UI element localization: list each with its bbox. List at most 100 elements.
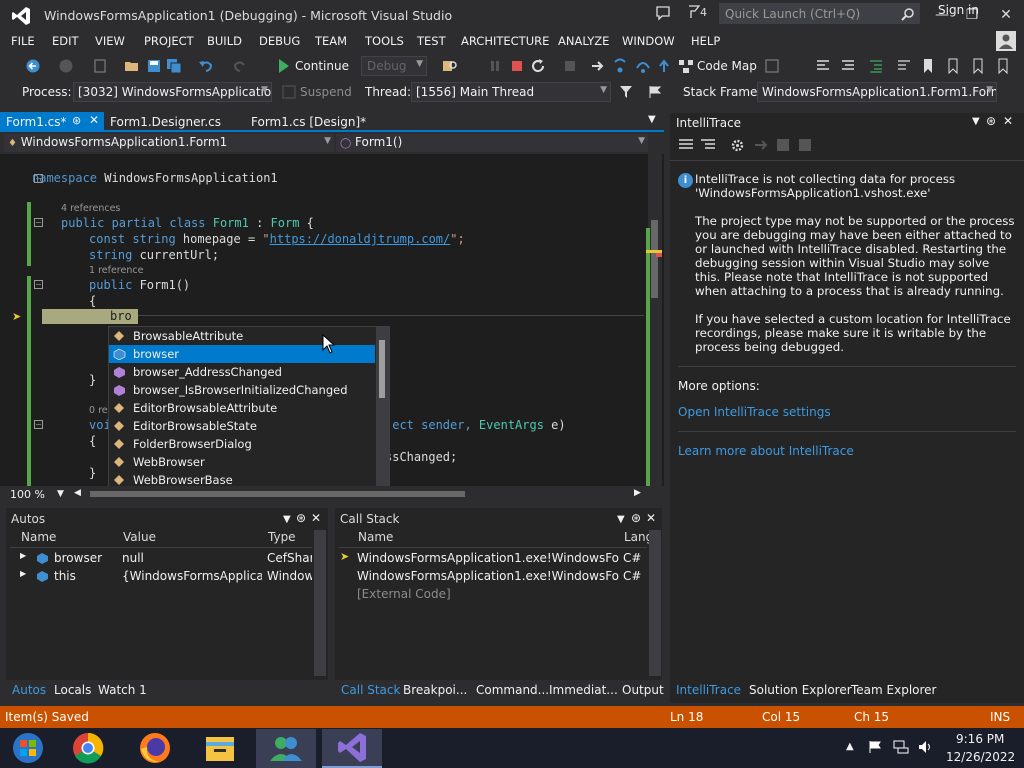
completion-item[interactable]: WebBrowser — [109, 453, 375, 471]
autos-row-value[interactable]: null — [122, 551, 262, 565]
scroll-right-icon[interactable]: ▶ — [634, 488, 641, 498]
taskbar-chrome[interactable] — [58, 729, 118, 768]
tree-view-icon[interactable] — [700, 138, 716, 152]
tab-call-stack[interactable]: Call Stack — [341, 683, 400, 697]
close-button[interactable]: ✕ — [992, 4, 1020, 26]
list-view-icon[interactable] — [678, 138, 694, 152]
menu-help[interactable]: HELP — [691, 34, 720, 48]
bookmark-icon[interactable] — [920, 58, 936, 74]
menu-project[interactable]: PROJECT — [144, 34, 194, 48]
tab-team-explorer[interactable]: Team Explorer — [851, 683, 937, 697]
menu-view[interactable]: VIEW — [95, 34, 125, 48]
call-stack-frame[interactable]: WindowsFormsApplication1.exe!WindowsForm… — [357, 569, 619, 583]
completion-item[interactable]: EditorBrowsableAttribute — [109, 399, 375, 417]
taskbar-visual-studio[interactable] — [322, 729, 382, 768]
find-in-files-icon[interactable] — [442, 58, 458, 74]
member-dropdown[interactable]: ◯ Form1() ▼ — [336, 134, 648, 152]
close-icon[interactable]: ✕ — [1003, 114, 1013, 128]
flag-threads-icon[interactable] — [648, 85, 662, 99]
network-icon[interactable] — [893, 740, 909, 754]
code-map-button[interactable]: Code Map — [697, 59, 757, 73]
solution-configuration-select[interactable]: Debug ▼ — [361, 56, 427, 76]
column-header-name[interactable]: Name — [358, 530, 393, 547]
thread-select[interactable]: [1556] Main Thread ▼ — [411, 82, 611, 102]
menu-test[interactable]: TEST — [417, 34, 446, 48]
editor-scroll-thumb[interactable] — [651, 220, 658, 298]
menu-tools[interactable]: TOOLS — [365, 34, 404, 48]
editor-vertical-scrollbar[interactable] — [648, 154, 662, 486]
quick-launch-input[interactable]: Quick Launch (Ctrl+Q) — [719, 3, 920, 24]
column-header-type[interactable]: Type — [268, 530, 296, 547]
call-stack-external-code[interactable]: [External Code] — [357, 587, 619, 601]
open-recording-icon[interactable] — [798, 138, 812, 152]
settings-gear-icon[interactable] — [730, 138, 745, 153]
stop-debugging-icon[interactable] — [509, 58, 525, 74]
chevron-down-icon[interactable]: ▼ — [57, 489, 64, 499]
suspend-button[interactable]: Suspend — [300, 85, 352, 99]
completion-item[interactable]: FolderBrowserDialog — [109, 435, 375, 453]
type-dropdown[interactable]: ♦ WindowsFormsApplication1.Form1 ▼ — [4, 134, 334, 152]
suspend-icon[interactable] — [282, 85, 296, 99]
tab-solution-explorer[interactable]: Solution Explorer — [749, 683, 852, 697]
menu-build[interactable]: BUILD — [207, 34, 242, 48]
collapse-icon[interactable]: − — [34, 218, 43, 227]
tab-intellitrace[interactable]: IntelliTrace — [676, 683, 741, 697]
tab-breakpoints[interactable]: Breakpoi... — [403, 683, 467, 697]
save-all-icon[interactable] — [166, 58, 182, 74]
step-out-icon[interactable] — [656, 58, 672, 74]
tab-command-window[interactable]: Command... — [476, 683, 549, 697]
continue-play-icon[interactable] — [276, 57, 290, 75]
search-icon[interactable] — [901, 7, 915, 21]
next-arrow-icon[interactable] — [754, 139, 768, 151]
tab-output[interactable]: Output — [622, 683, 664, 697]
save-recording-icon[interactable] — [776, 138, 790, 152]
menu-analyze[interactable]: ANALYZE — [558, 34, 609, 48]
outdent-icon[interactable] — [896, 58, 912, 74]
completion-item[interactable]: EditorBrowsableState — [109, 417, 375, 435]
menu-architecture[interactable]: ARCHITECTURE — [461, 34, 549, 48]
user-avatar-icon[interactable] — [996, 31, 1016, 51]
save-icon[interactable] — [146, 58, 162, 74]
tab-form1-cs[interactable]: Form1.cs* ⊛ ✕ — [0, 112, 104, 132]
column-header-value[interactable]: Value — [123, 530, 156, 547]
comment-out-icon[interactable] — [815, 58, 831, 74]
autos-row-name[interactable]: browser — [54, 551, 116, 565]
tab-form1-design[interactable]: Form1.cs [Design]* — [245, 112, 372, 132]
intellisense-scroll-thumb[interactable] — [379, 340, 385, 398]
taskbar-clock-time[interactable]: 9:16 PM — [956, 732, 1004, 746]
call-stack-frame[interactable]: WindowsFormsApplication1.exe!WindowsForm… — [357, 551, 619, 565]
expand-icon[interactable]: ▶ — [20, 569, 26, 578]
taskbar-clock-date[interactable]: 12/26/2022 — [946, 750, 1015, 764]
tab-watch-1[interactable]: Watch 1 — [98, 683, 147, 697]
stack-frame-select[interactable]: WindowsFormsApplication1.Form1.Form: ▼ — [757, 82, 997, 102]
show-next-statement-icon[interactable] — [590, 58, 606, 74]
completion-item[interactable]: browser_IsBrowserInitializedChanged — [109, 381, 375, 399]
taskbar-live-messenger[interactable] — [256, 729, 316, 768]
tab-autos[interactable]: Autos — [12, 683, 46, 697]
panel-dropdown-icon[interactable]: ▼ — [972, 116, 980, 127]
scroll-left-icon[interactable]: ◀ — [74, 488, 81, 498]
close-icon[interactable]: ✕ — [311, 511, 321, 525]
navigate-back-icon[interactable] — [25, 58, 41, 74]
restart-icon[interactable] — [530, 58, 546, 74]
sign-in-link[interactable]: Sign in — [938, 3, 979, 17]
column-header-name[interactable]: Name — [21, 530, 56, 547]
step-over-icon[interactable] — [635, 58, 651, 74]
process-select[interactable]: [3032] WindowsFormsApplication ▼ — [73, 82, 272, 102]
new-project-icon[interactable] — [92, 58, 108, 74]
step-into-icon[interactable] — [612, 58, 628, 74]
taskbar-firefox[interactable] — [125, 729, 185, 768]
zoom-level[interactable]: 100 % — [10, 488, 45, 501]
menu-edit[interactable]: EDIT — [52, 34, 79, 48]
attach-icon[interactable] — [562, 58, 578, 74]
navigate-forward-icon[interactable] — [58, 58, 74, 74]
break-all-icon[interactable] — [487, 58, 503, 74]
menu-team[interactable]: TEAM — [315, 34, 347, 48]
pin-icon[interactable]: ⊛ — [986, 114, 996, 128]
code-map-icon[interactable] — [678, 58, 694, 74]
homepage-url[interactable]: https://donaldjtrump.com/ — [270, 232, 451, 246]
start-button[interactable] — [0, 729, 60, 768]
call-stack-scrollbar[interactable] — [649, 530, 661, 676]
pin-icon[interactable]: ⊛ — [72, 114, 81, 127]
autos-scrollbar[interactable] — [314, 530, 326, 676]
